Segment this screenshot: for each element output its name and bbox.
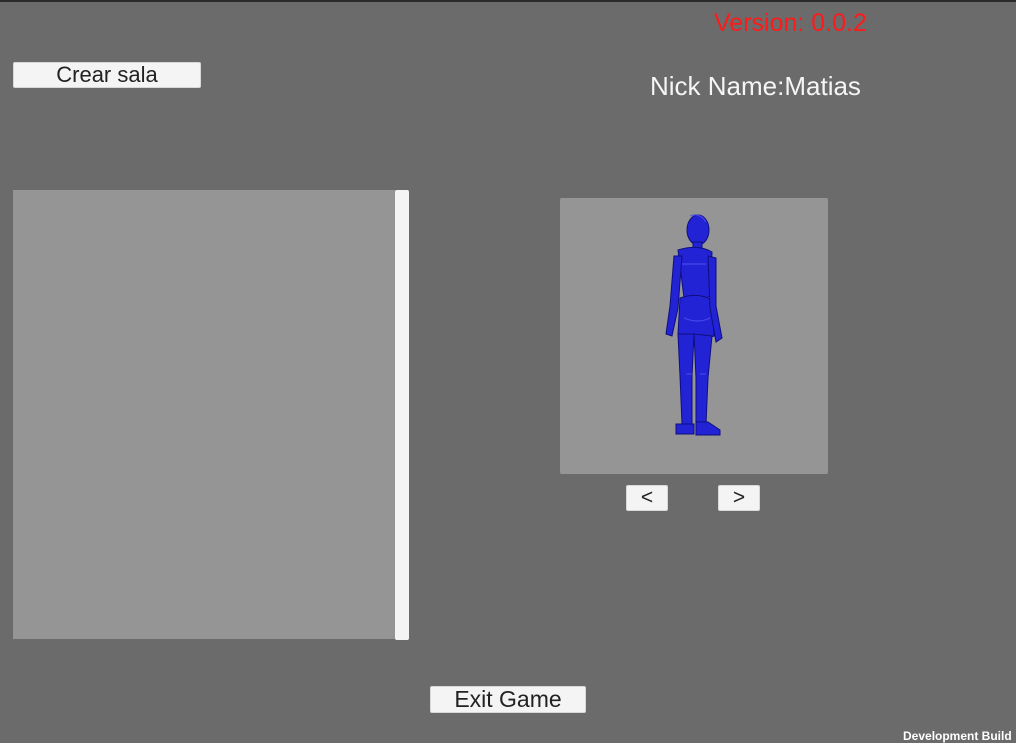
previous-character-button[interactable]: < <box>626 485 668 511</box>
next-character-button[interactable]: > <box>718 485 760 511</box>
window-top-border <box>0 0 1016 2</box>
version-label: Version: 0.0.2 <box>714 9 867 37</box>
create-room-button[interactable]: Crear sala <box>13 62 201 88</box>
character-preview <box>560 198 828 474</box>
exit-game-button[interactable]: Exit Game <box>430 686 586 713</box>
development-build-label: Development Build <box>903 729 1012 743</box>
nickname-label: Nick Name:Matias <box>650 71 861 101</box>
room-list-panel <box>13 190 395 639</box>
character-model-icon <box>665 214 723 436</box>
room-list-scrollbar[interactable] <box>395 190 409 640</box>
